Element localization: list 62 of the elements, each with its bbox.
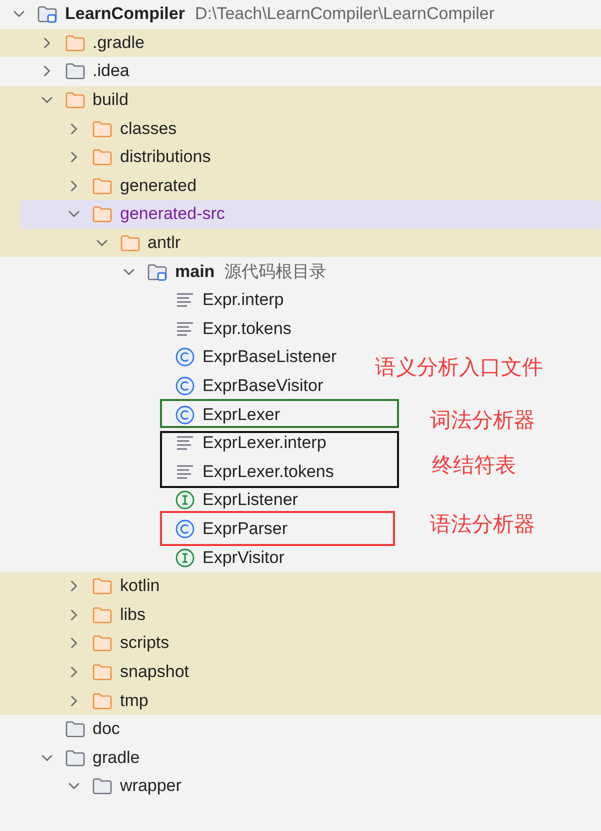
folder-icon [92,577,112,596]
item-label: main [175,262,215,282]
item-label: ExprVisitor [202,548,284,568]
annotation-note: 语法分析器 [430,511,535,538]
item-label: wrapper [120,776,182,796]
interface-icon [174,490,194,510]
text-lines-icon [174,435,194,452]
source-folder-icon [147,262,167,281]
item-label: generated-src [120,204,225,224]
folder-icon [120,234,140,252]
text-lines-icon [174,320,194,337]
item-label: snapshot [120,662,189,682]
text-lines-icon [174,292,194,308]
class-icon [174,404,194,425]
annotation-note: 终结符表 [432,452,516,479]
folder-icon [92,205,112,224]
item-label: ExprParser [202,518,288,539]
item-label: ExprListener [202,490,298,510]
item-label: gradle [92,748,140,768]
item-label: ExprLexer [202,404,280,425]
item-label: ExprBaseListener [202,347,337,368]
item-label: Expr.tokens [202,318,292,339]
folder-icon [64,34,84,52]
item-label: scripts [120,633,170,654]
folder-icon [92,606,112,624]
annotation-note: 语义分析入口文件 [375,354,543,381]
item-label: ExprLexer.interp [202,433,326,454]
item-label: Expr.interp [202,290,284,310]
item-label: distributions [120,147,211,168]
annotation-note: 词法分析器 [430,407,535,434]
class-icon [174,376,194,396]
folder-icon [92,662,112,681]
project-path: D:\Teach\LearnCompiler\LearnCompiler [194,4,495,24]
interface-icon [174,548,194,568]
item-label: tmp [120,690,148,711]
folder-icon [64,62,84,80]
folder-icon [92,176,112,195]
class-icon [174,518,194,539]
folder-note: 源代码根目录 [224,261,327,284]
folder-icon [64,748,84,767]
class-icon [174,347,194,368]
item-label: kotlin [120,576,160,596]
item-label: build [92,90,128,110]
folder-icon [64,91,84,110]
item-label: .gradle [92,32,144,53]
item-label: generated [120,176,197,196]
item-label: classes [120,118,177,139]
folder-icon [64,720,84,738]
folder-icon [92,777,112,796]
folder-icon [92,634,112,652]
item-label: ExprBaseVisitor [202,376,324,396]
item-label: .idea [92,61,130,82]
item-label: doc [92,719,120,740]
item-label: ExprLexer.tokens [202,462,334,482]
item-label: antlr [148,233,181,254]
item-label: libs [120,604,146,625]
folder-icon [92,692,112,710]
item-label: LearnCompiler [65,4,185,24]
source-folder-icon [37,5,57,24]
text-lines-icon [174,464,194,480]
folder-icon [92,120,112,138]
folder-icon [92,148,112,166]
